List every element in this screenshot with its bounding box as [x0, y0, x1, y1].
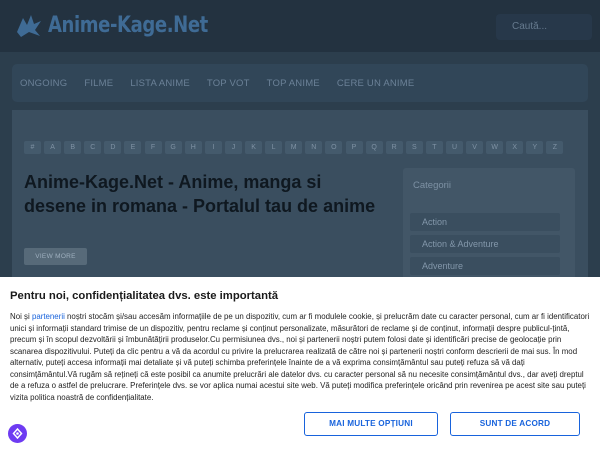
category-item-action[interactable]: Action: [410, 213, 560, 231]
alphabet-letter[interactable]: P: [345, 140, 363, 154]
consent-settings-button[interactable]: [8, 424, 27, 443]
consent-text: Noi și partenerii noștri stocăm și/sau a…: [10, 311, 590, 403]
logo-text: Anime-Kage.Net: [48, 12, 208, 38]
alphabet-letter[interactable]: F: [144, 140, 162, 154]
alphabet-letter[interactable]: Q: [365, 140, 383, 154]
alphabet-letter[interactable]: U: [445, 140, 463, 154]
ninja-logo-icon: [17, 15, 41, 37]
category-item-action-adventure[interactable]: Action & Adventure: [410, 235, 560, 253]
alphabet-letter[interactable]: M: [285, 140, 303, 154]
search-input[interactable]: [512, 21, 582, 32]
nav-item-filme[interactable]: FILME: [84, 78, 113, 89]
sidebar-heading: Categorii: [413, 180, 452, 191]
main-navigation: ONGOING FILME LISTA ANIME TOP VOT TOP AN…: [12, 64, 588, 102]
nav-item-cere-un-anime[interactable]: CERE UN ANIME: [337, 78, 415, 89]
accept-button[interactable]: SUNT DE ACORD: [450, 412, 580, 436]
nav-item-top-vot[interactable]: TOP VOT: [207, 78, 250, 89]
privacy-shield-icon: [12, 428, 23, 439]
alphabet-letter[interactable]: B: [64, 140, 82, 154]
alphabet-letter[interactable]: C: [84, 140, 102, 154]
search-box[interactable]: [496, 14, 592, 40]
alphabet-letter[interactable]: L: [265, 140, 283, 154]
alphabet-letter[interactable]: I: [204, 140, 222, 154]
alphabet-letter[interactable]: K: [245, 140, 263, 154]
page-title: Anime-Kage.Net - Anime, manga si desene …: [24, 172, 376, 216]
alphabet-letter[interactable]: T: [425, 140, 443, 154]
alphabet-letter[interactable]: V: [466, 140, 484, 154]
more-options-button[interactable]: MAI MULTE OPȚIUNI: [304, 412, 438, 436]
alphabet-letter[interactable]: R: [385, 140, 403, 154]
alphabet-letter[interactable]: D: [104, 140, 122, 154]
alphabet-letter[interactable]: H: [184, 140, 202, 154]
category-item-adventure[interactable]: Adventure: [410, 257, 560, 275]
nav-item-lista-anime[interactable]: LISTA ANIME: [130, 78, 190, 89]
consent-title: Pentru noi, confidențialitatea dvs. este…: [10, 290, 279, 302]
alphabet-letter[interactable]: #: [24, 140, 41, 154]
alphabet-filter: # A B C D E F G H I J K L M N O P Q R S …: [24, 140, 567, 154]
view-more-button[interactable]: VIEW MORE: [24, 248, 87, 265]
consent-text-prefix: Noi și: [10, 312, 32, 321]
site-header: Anime-Kage.Net: [0, 0, 600, 52]
alphabet-letter[interactable]: J: [224, 140, 242, 154]
nav-item-top-anime[interactable]: TOP ANIME: [267, 78, 320, 89]
alphabet-letter[interactable]: N: [305, 140, 323, 154]
alphabet-letter[interactable]: W: [486, 140, 504, 154]
alphabet-letter[interactable]: G: [164, 140, 182, 154]
alphabet-letter[interactable]: A: [44, 140, 62, 154]
consent-text-rest: noștri stocăm și/sau accesăm informațiil…: [10, 312, 590, 402]
alphabet-letter[interactable]: Y: [526, 140, 544, 154]
alphabet-letter[interactable]: X: [506, 140, 524, 154]
alphabet-letter[interactable]: S: [405, 140, 423, 154]
site-logo[interactable]: Anime-Kage.Net: [14, 8, 243, 42]
partners-link[interactable]: partenerii: [32, 312, 65, 321]
alphabet-letter[interactable]: O: [325, 140, 343, 154]
alphabet-letter[interactable]: E: [124, 140, 142, 154]
alphabet-letter[interactable]: Z: [546, 140, 564, 154]
nav-item-ongoing[interactable]: ONGOING: [20, 78, 67, 89]
